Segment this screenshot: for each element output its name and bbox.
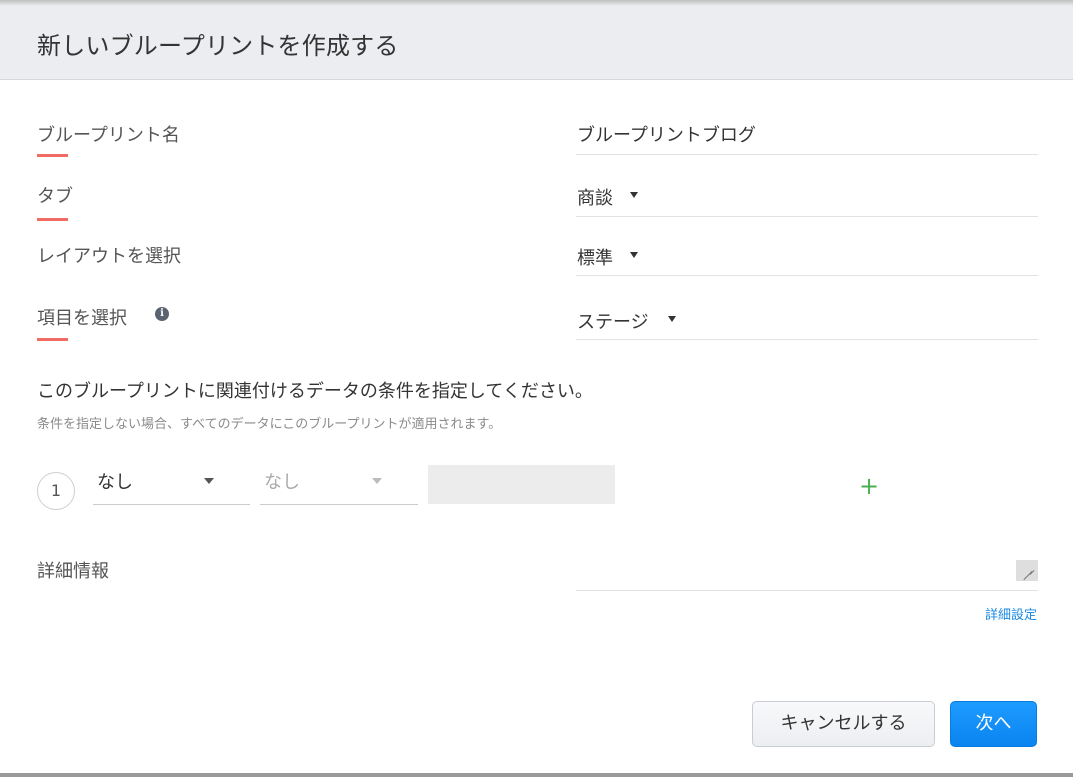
top-shadow — [0, 0, 1073, 6]
next-button[interactable]: 次へ — [950, 701, 1037, 747]
caret-down-icon — [630, 192, 638, 198]
criteria-operator-value: なし — [264, 472, 300, 493]
required-marker — [37, 218, 68, 221]
field-select-label: 項目を選択 — [37, 308, 127, 329]
caret-down-icon — [668, 316, 676, 322]
criteria-row-number: 1 — [37, 472, 75, 510]
tab-select[interactable]: 商談 — [576, 174, 1038, 217]
field-select-value: ステージ — [577, 312, 649, 333]
caret-down-icon — [372, 478, 382, 484]
caret-down-icon — [204, 478, 214, 484]
dialog-header: 新しいブループリントを作成する — [0, 0, 1073, 80]
criteria-title: このブループリントに関連付けるデータの条件を指定してください。 — [37, 381, 593, 402]
criteria-value-input[interactable] — [428, 465, 615, 504]
criteria-operator-select[interactable]: なし — [260, 464, 418, 505]
blueprint-name-label: ブループリント名 — [37, 125, 180, 146]
blueprint-name-value: ブループリントブログ — [577, 125, 756, 146]
caret-down-icon — [630, 252, 638, 258]
dialog-title: 新しいブループリントを作成する — [37, 32, 399, 60]
field-select[interactable]: ステージ — [576, 297, 1038, 340]
blueprint-name-input[interactable]: ブループリントブログ — [576, 112, 1038, 155]
required-marker — [37, 154, 68, 157]
details-textarea[interactable] — [576, 558, 1038, 591]
details-label: 詳細情報 — [37, 561, 109, 582]
criteria-field-value: なし — [97, 472, 133, 493]
layout-select[interactable]: 標準 — [576, 234, 1038, 276]
cancel-button[interactable]: キャンセルする — [752, 701, 935, 747]
layout-label: レイアウトを選択 — [37, 246, 181, 267]
bottom-border — [0, 773, 1073, 777]
resize-handle-icon[interactable] — [1016, 560, 1038, 581]
info-icon[interactable]: i — [155, 307, 169, 321]
required-marker — [37, 338, 68, 341]
add-criteria-icon[interactable]: + — [859, 473, 879, 499]
tab-value: 商談 — [577, 188, 613, 209]
criteria-subtitle: 条件を指定しない場合、すべてのデータにこのブループリントが適用されます。 — [37, 417, 502, 432]
advanced-settings-link[interactable]: 詳細設定 — [985, 604, 1037, 623]
layout-value: 標準 — [577, 248, 613, 269]
criteria-field-select[interactable]: なし — [93, 464, 250, 505]
tab-label: タブ — [37, 186, 73, 207]
